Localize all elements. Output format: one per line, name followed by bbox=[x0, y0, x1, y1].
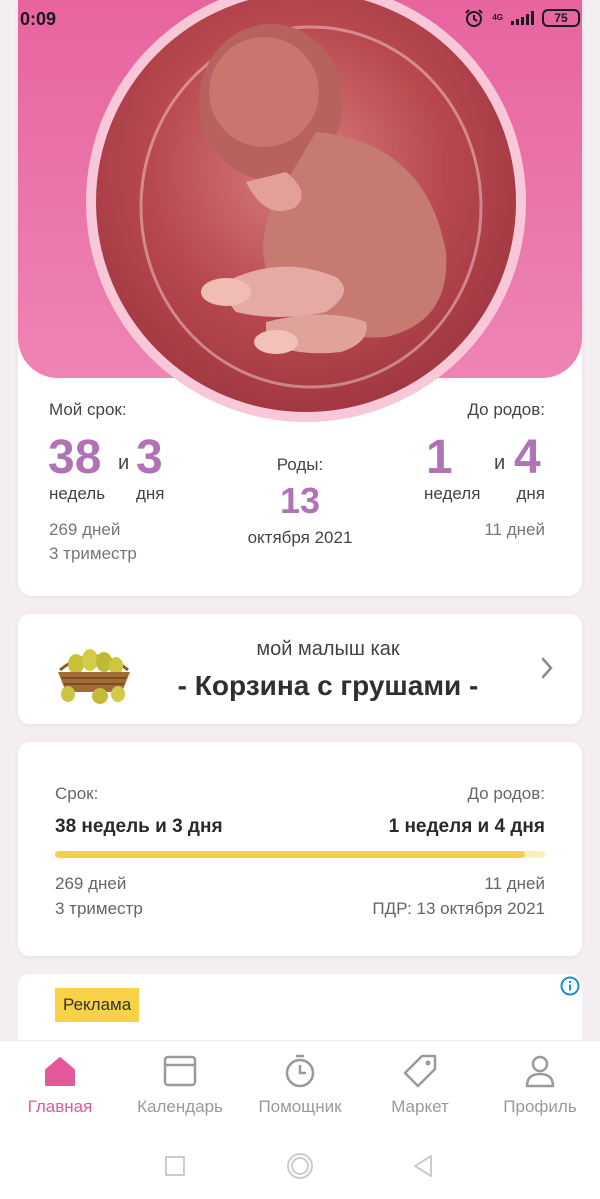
calendar-icon bbox=[163, 1055, 197, 1087]
progress-days-left: 11 дней bbox=[484, 874, 545, 893]
system-nav-bar bbox=[0, 1136, 600, 1199]
left-days-unit: дня bbox=[516, 484, 545, 503]
tab-assistant[interactable]: Помощник bbox=[240, 1041, 360, 1137]
bottom-tab-bar: Главная Календарь Помощник Маркет Профил… bbox=[0, 1040, 600, 1136]
tab-market[interactable]: Маркет bbox=[360, 1041, 480, 1137]
progress-trimester: 3 триместр bbox=[55, 899, 143, 918]
tab-profile-label: Профиль bbox=[503, 1097, 577, 1116]
progress-bar-fill bbox=[55, 851, 526, 858]
stopwatch-icon bbox=[285, 1054, 315, 1088]
left-weeks-number: 1 bbox=[426, 431, 453, 484]
tab-calendar-label: Календарь bbox=[137, 1097, 223, 1116]
due-date: ПДР: 13 октября 2021 bbox=[372, 899, 545, 918]
baby-size-name: - Корзина с грушами - bbox=[177, 670, 479, 701]
tab-home[interactable]: Главная bbox=[0, 1041, 120, 1137]
pear-basket-icon bbox=[58, 649, 130, 704]
left-days-number: 4 bbox=[514, 431, 541, 484]
weeks-unit: недель bbox=[49, 484, 106, 503]
progress-bar bbox=[55, 851, 545, 858]
status-bar: 0:09 4G 75 bbox=[0, 0, 600, 36]
info-icon[interactable] bbox=[560, 976, 580, 996]
trimester: 3 триместр bbox=[49, 544, 137, 563]
home-button-icon[interactable] bbox=[286, 1152, 314, 1180]
progress-card: Срок: 38 недель и 3 дня До родов: 1 неде… bbox=[18, 742, 582, 956]
progress-until-value: 1 неделя и 4 дня bbox=[388, 816, 545, 837]
left-and-word: и bbox=[494, 452, 506, 474]
progress-until-label: До родов: bbox=[467, 784, 545, 803]
until-birth-label: До родов: bbox=[467, 400, 545, 419]
days-number: 3 bbox=[136, 431, 163, 484]
recent-apps-icon[interactable] bbox=[161, 1152, 189, 1180]
alarm-icon bbox=[465, 9, 484, 27]
tab-assistant-label: Помощник bbox=[258, 1097, 342, 1116]
battery-icon: 75 bbox=[542, 9, 580, 27]
baby-size-title: мой малыш как bbox=[256, 638, 400, 660]
my-term-label: Мой срок: bbox=[49, 400, 127, 419]
birth-month: октября 2021 bbox=[247, 528, 353, 547]
baby-size-card[interactable]: мой малыш как - Корзина с грушами - bbox=[18, 614, 582, 724]
network-type: 4G bbox=[492, 13, 503, 22]
tab-market-label: Маркет bbox=[391, 1097, 449, 1116]
tab-home-label: Главная bbox=[27, 1097, 93, 1116]
birth-label: Роды: bbox=[276, 455, 324, 474]
weeks-number: 38 bbox=[48, 431, 102, 484]
signal-icon bbox=[511, 11, 534, 25]
chevron-right-icon[interactable] bbox=[540, 656, 554, 680]
and-word: и bbox=[118, 452, 130, 474]
fetus-image bbox=[139, 24, 483, 389]
tab-calendar[interactable]: Календарь bbox=[120, 1041, 240, 1137]
days-unit: дня bbox=[136, 484, 165, 503]
total-days: 269 дней bbox=[49, 520, 121, 539]
pregnancy-overview-card: Мой срок: 38 и 3 недель дня 269 дней 3 т… bbox=[18, 0, 582, 596]
fetus-illustration bbox=[96, 0, 516, 412]
status-time: 0:09 bbox=[20, 9, 57, 29]
left-weeks-unit: неделя bbox=[424, 484, 481, 503]
ad-badge: Реклама bbox=[55, 988, 140, 1022]
progress-days: 269 дней bbox=[55, 874, 127, 893]
left-total-days: 11 дней bbox=[484, 520, 545, 539]
status-icons: 4G 75 bbox=[464, 8, 580, 28]
progress-term-label: Срок: bbox=[55, 784, 99, 803]
tab-profile[interactable]: Профиль bbox=[480, 1041, 600, 1137]
progress-term-value: 38 недель и 3 дня bbox=[55, 816, 223, 837]
back-icon[interactable] bbox=[410, 1152, 438, 1180]
tag-icon bbox=[403, 1054, 437, 1088]
birth-day: 13 bbox=[279, 480, 321, 521]
home-icon bbox=[45, 1057, 75, 1086]
profile-icon bbox=[525, 1055, 555, 1088]
